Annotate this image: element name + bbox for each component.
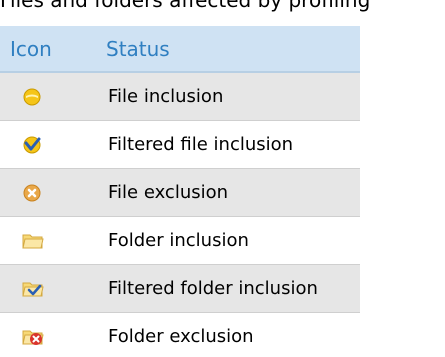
- table-row: Filtered folder inclusion: [0, 264, 360, 313]
- folder-exclusion-icon: [22, 327, 96, 347]
- status-column-header: Status: [96, 26, 360, 73]
- table-row: Folder exclusion: [0, 312, 360, 357]
- table-row: Filtered file inclusion: [0, 120, 360, 169]
- status-label: Folder inclusion: [96, 216, 360, 265]
- status-label: Filtered file inclusion: [96, 120, 360, 169]
- folder-inclusion-icon: [22, 231, 96, 251]
- file-exclusion-icon: [22, 183, 96, 203]
- file-inclusion-icon: [22, 87, 96, 107]
- filtered-folder-inclusion-icon: [22, 279, 96, 299]
- table-row: File exclusion: [0, 168, 360, 217]
- filtered-file-inclusion-icon: [22, 135, 96, 155]
- profiling-legend-page: Files and folders affected by profiling …: [0, 0, 445, 357]
- table-row: File inclusion: [0, 72, 360, 121]
- status-label: Folder exclusion: [96, 312, 360, 357]
- icon-column-header: Icon: [0, 26, 96, 73]
- status-label: Filtered folder inclusion: [96, 264, 360, 313]
- table-row: Folder inclusion: [0, 216, 360, 265]
- caption: Files and folders affected by profiling: [0, 0, 371, 12]
- status-label: File inclusion: [96, 72, 360, 121]
- status-label: File exclusion: [96, 168, 360, 217]
- legend-table: Icon Status File inclusion Filtered file…: [0, 26, 360, 357]
- table-header-row: Icon Status: [0, 26, 360, 73]
